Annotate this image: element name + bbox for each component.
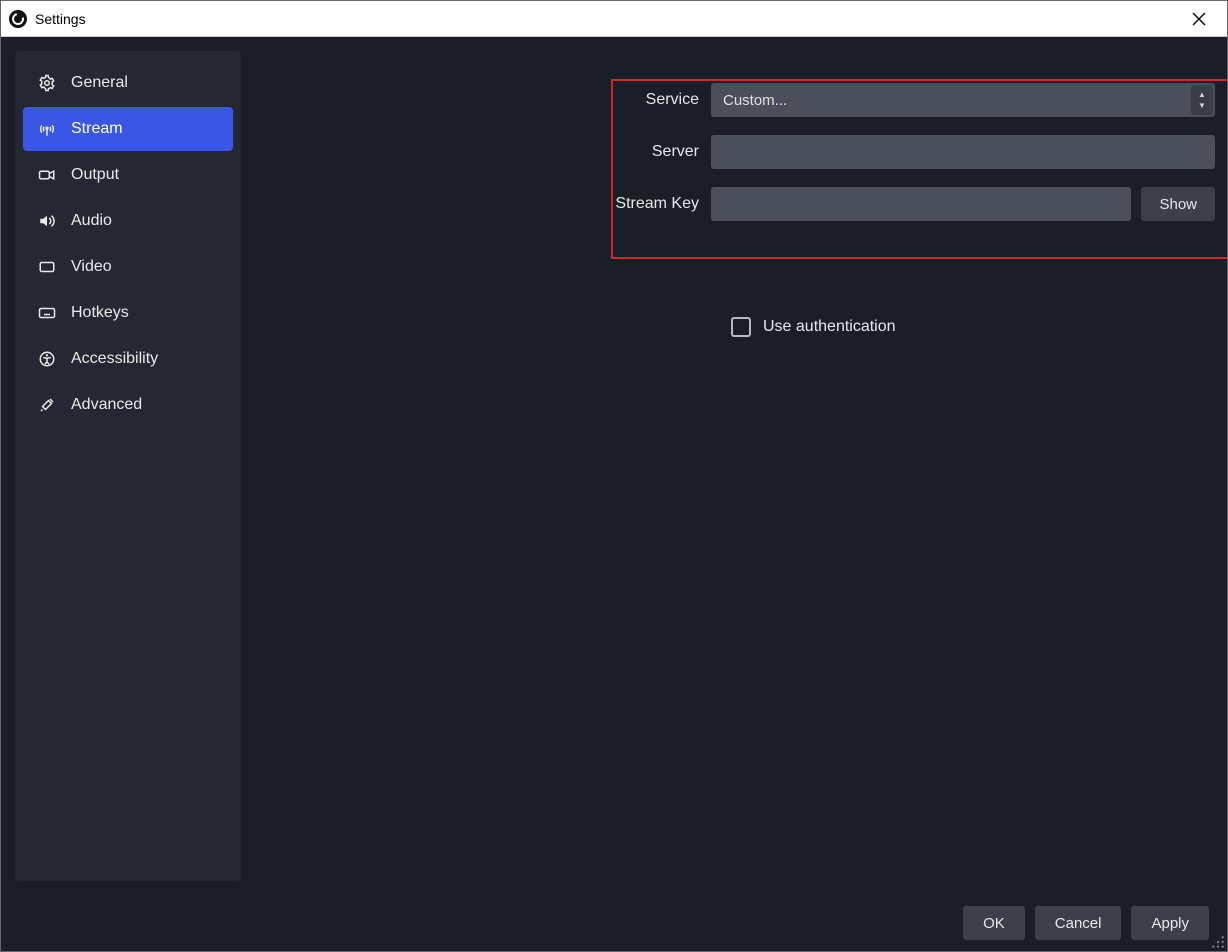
service-value: Custom... <box>723 92 787 109</box>
sidebar-item-label: Audio <box>71 212 112 230</box>
select-spinner-icon: ▲▼ <box>1191 85 1213 115</box>
service-select[interactable]: Custom... ▲▼ <box>711 83 1215 117</box>
sidebar-item-stream[interactable]: Stream <box>23 107 233 151</box>
window-title: Settings <box>35 11 86 27</box>
sidebar-item-output[interactable]: Output <box>23 153 233 197</box>
sidebar-item-label: Hotkeys <box>71 304 129 322</box>
apply-button[interactable]: Apply <box>1131 906 1209 940</box>
sidebar-item-label: Output <box>71 166 119 184</box>
settings-window: Settings General <box>0 0 1228 952</box>
output-icon <box>37 165 57 185</box>
sidebar-item-accessibility[interactable]: Accessibility <box>23 337 233 381</box>
close-icon <box>1192 12 1206 26</box>
gear-icon <box>37 73 57 93</box>
ok-button[interactable]: OK <box>963 906 1025 940</box>
use-auth-checkbox[interactable] <box>731 317 751 337</box>
use-auth-label: Use authentication <box>763 318 896 336</box>
resize-grip-icon[interactable] <box>1211 935 1225 949</box>
dialog-footer: OK Cancel Apply <box>1 895 1227 951</box>
titlebar: Settings <box>1 1 1227 37</box>
sidebar-item-audio[interactable]: Audio <box>23 199 233 243</box>
accessibility-icon <box>37 349 57 369</box>
video-icon <box>37 257 57 277</box>
keyboard-icon <box>37 303 57 323</box>
server-input[interactable] <box>711 135 1215 169</box>
settings-sidebar: General Stream <box>15 51 241 881</box>
streamkey-input[interactable] <box>711 187 1131 221</box>
streamkey-label: Stream Key <box>253 195 711 213</box>
sidebar-item-label: General <box>71 74 128 92</box>
tools-icon <box>37 395 57 415</box>
audio-icon <box>37 211 57 231</box>
show-button[interactable]: Show <box>1141 187 1215 221</box>
sidebar-item-general[interactable]: General <box>23 61 233 105</box>
cancel-button[interactable]: Cancel <box>1035 906 1122 940</box>
service-label: Service <box>253 91 711 109</box>
sidebar-item-label: Advanced <box>71 396 142 414</box>
sidebar-item-video[interactable]: Video <box>23 245 233 289</box>
sidebar-item-label: Accessibility <box>71 350 158 368</box>
antenna-icon <box>37 119 57 139</box>
close-button[interactable] <box>1179 4 1219 34</box>
obs-icon <box>9 10 27 28</box>
settings-content: Service Custom... ▲▼ Server Stream Key <box>241 37 1227 895</box>
sidebar-item-label: Stream <box>71 120 123 138</box>
server-label: Server <box>253 143 711 161</box>
sidebar-item-hotkeys[interactable]: Hotkeys <box>23 291 233 335</box>
sidebar-item-advanced[interactable]: Advanced <box>23 383 233 427</box>
sidebar-item-label: Video <box>71 258 112 276</box>
